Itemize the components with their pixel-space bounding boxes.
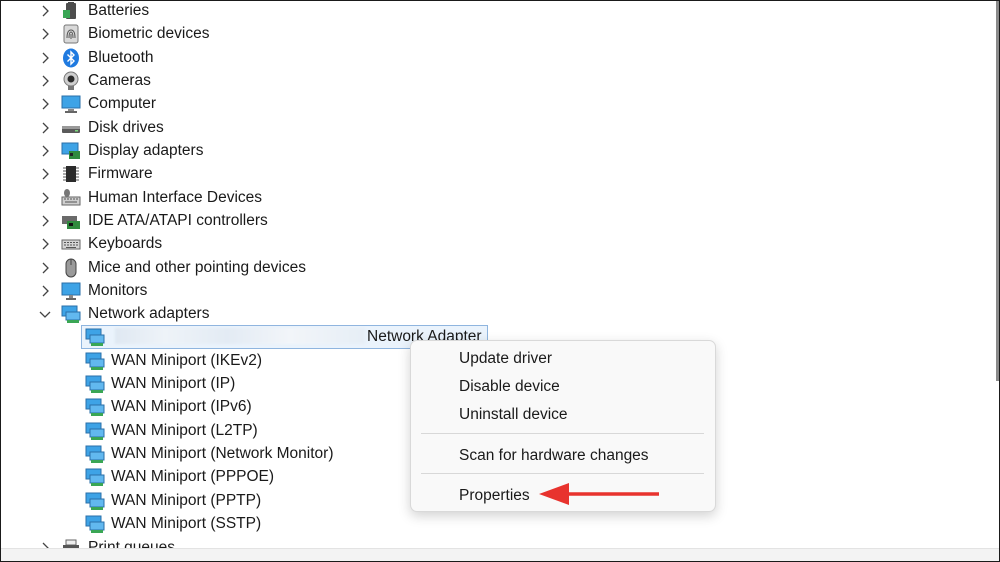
- menu-item-scan-hardware[interactable]: Scan for hardware changes: [459, 444, 649, 468]
- chevron-right-icon[interactable]: [37, 120, 53, 136]
- chevron-down-icon[interactable]: [37, 306, 53, 322]
- tree-item-disk-drives[interactable]: Disk drives: [37, 116, 164, 139]
- tree-item-bluetooth[interactable]: Bluetooth: [37, 46, 154, 69]
- network-adapter-icon: [85, 374, 105, 394]
- chevron-right-icon[interactable]: [37, 96, 53, 112]
- network-adapter-icon: [85, 351, 105, 371]
- network-adapter-wan-l2tp[interactable]: WAN Miniport (L2TP): [85, 419, 258, 442]
- display-adapter-icon: [61, 141, 81, 161]
- tree-item-label: Biometric devices: [88, 24, 210, 42]
- tree-item-batteries[interactable]: Batteries: [37, 1, 150, 22]
- tree-item-cameras[interactable]: Cameras: [37, 69, 151, 92]
- menu-item-properties[interactable]: Properties: [459, 484, 530, 508]
- monitor-icon: [61, 281, 81, 301]
- menu-item-uninstall-device[interactable]: Uninstall device: [459, 403, 568, 427]
- tree-item-label: Bluetooth: [88, 48, 154, 66]
- tree-item-keyboards[interactable]: Keyboards: [37, 232, 162, 255]
- camera-icon: [61, 71, 81, 91]
- network-adapter-wan-network-monitor[interactable]: WAN Miniport (Network Monitor): [85, 442, 334, 465]
- chevron-right-icon[interactable]: [37, 190, 53, 206]
- menu-item-update-driver[interactable]: Update driver: [459, 347, 552, 371]
- tree-item-label: WAN Miniport (IPv6): [111, 397, 252, 415]
- network-adapter-icon: [85, 421, 105, 441]
- tree-item-label: Network adapters: [88, 304, 210, 322]
- network-adapter-wan-pppoe[interactable]: WAN Miniport (PPPOE): [85, 465, 274, 488]
- tree-item-label: WAN Miniport (Network Monitor): [111, 444, 334, 462]
- redacted-name-blur: [115, 328, 365, 344]
- network-adapter-wan-ikev2[interactable]: WAN Miniport (IKEv2): [85, 349, 262, 372]
- tree-item-label: Mice and other pointing devices: [88, 258, 306, 276]
- tree-item-label: IDE ATA/ATAPI controllers: [88, 211, 268, 229]
- chevron-right-icon[interactable]: [37, 143, 53, 159]
- network-adapter-icon: [85, 514, 105, 534]
- tree-item-label: WAN Miniport (PPPOE): [111, 467, 275, 485]
- tree-item-label: WAN Miniport (L2TP): [111, 421, 258, 439]
- computer-icon: [61, 94, 81, 114]
- tree-item-label: Human Interface Devices: [88, 188, 263, 206]
- chevron-right-icon[interactable]: [37, 50, 53, 66]
- network-adapter-icon: [85, 397, 105, 417]
- chevron-right-icon[interactable]: [37, 260, 53, 276]
- tree-item-label: Disk drives: [88, 118, 164, 136]
- chevron-right-icon[interactable]: [37, 236, 53, 252]
- tree-item-label: WAN Miniport (IKEv2): [111, 351, 263, 369]
- tree-item-network-adapters[interactable]: Network adapters: [37, 302, 209, 325]
- device-manager-window: Batteries Biometric devices Bluetooth Ca…: [0, 0, 1000, 562]
- vertical-scrollbar-thumb[interactable]: [996, 1, 999, 381]
- annotation-arrow-icon: [539, 483, 659, 505]
- chevron-right-icon[interactable]: [37, 213, 53, 229]
- chevron-right-icon[interactable]: [37, 283, 53, 299]
- chevron-right-icon[interactable]: [37, 3, 53, 19]
- tree-item-human-interface-devices[interactable]: Human Interface Devices: [37, 186, 262, 209]
- bluetooth-icon: [61, 48, 81, 68]
- network-adapter-icon: [85, 467, 105, 487]
- firmware-chip-icon: [61, 164, 81, 184]
- tree-item-label: WAN Miniport (PPTP): [111, 491, 262, 509]
- network-adapter-icon: [85, 491, 105, 511]
- tree-item-computer[interactable]: Computer: [37, 92, 156, 115]
- keyboard-icon: [61, 234, 81, 254]
- tree-item-biometric-devices[interactable]: Biometric devices: [37, 22, 209, 45]
- disk-drive-icon: [61, 118, 81, 138]
- tree-item-monitors[interactable]: Monitors: [37, 279, 147, 302]
- network-adapter-icon: [61, 304, 81, 324]
- battery-icon: [61, 1, 81, 21]
- tree-item-label: Batteries: [88, 1, 150, 19]
- hid-keyboard-icon: [61, 188, 81, 208]
- ide-controller-icon: [61, 211, 81, 231]
- tree-item-label: Cameras: [88, 71, 151, 89]
- menu-separator: [421, 473, 704, 474]
- chevron-right-icon[interactable]: [37, 166, 53, 182]
- horizontal-scrollbar[interactable]: [1, 548, 999, 561]
- chevron-right-icon[interactable]: [37, 73, 53, 89]
- tree-item-firmware[interactable]: Firmware: [37, 162, 153, 185]
- network-adapter-wan-sstp[interactable]: WAN Miniport (SSTP): [85, 512, 261, 535]
- fingerprint-icon: [61, 24, 81, 44]
- menu-separator: [421, 433, 704, 434]
- tree-item-display-adapters[interactable]: Display adapters: [37, 139, 203, 162]
- tree-item-label: WAN Miniport (SSTP): [111, 514, 262, 532]
- network-adapter-icon: [85, 444, 105, 464]
- tree-item-label: Firmware: [88, 164, 153, 182]
- network-adapter-icon: [85, 327, 105, 347]
- tree-item-label: Monitors: [88, 281, 148, 299]
- tree-item-ide-controllers[interactable]: IDE ATA/ATAPI controllers: [37, 209, 268, 232]
- network-adapter-wan-ipv6[interactable]: WAN Miniport (IPv6): [85, 395, 252, 418]
- tree-item-mice[interactable]: Mice and other pointing devices: [37, 256, 306, 279]
- tree-item-label: Keyboards: [88, 234, 163, 252]
- tree-item-label: Display adapters: [88, 141, 204, 159]
- network-adapter-wan-ip[interactable]: WAN Miniport (IP): [85, 372, 235, 395]
- mouse-icon: [61, 258, 81, 278]
- tree-item-label: Computer: [88, 94, 157, 112]
- chevron-right-icon[interactable]: [37, 26, 53, 42]
- menu-item-disable-device[interactable]: Disable device: [459, 375, 560, 399]
- tree-item-label: WAN Miniport (IP): [111, 374, 236, 392]
- network-adapter-wan-pptp[interactable]: WAN Miniport (PPTP): [85, 489, 261, 512]
